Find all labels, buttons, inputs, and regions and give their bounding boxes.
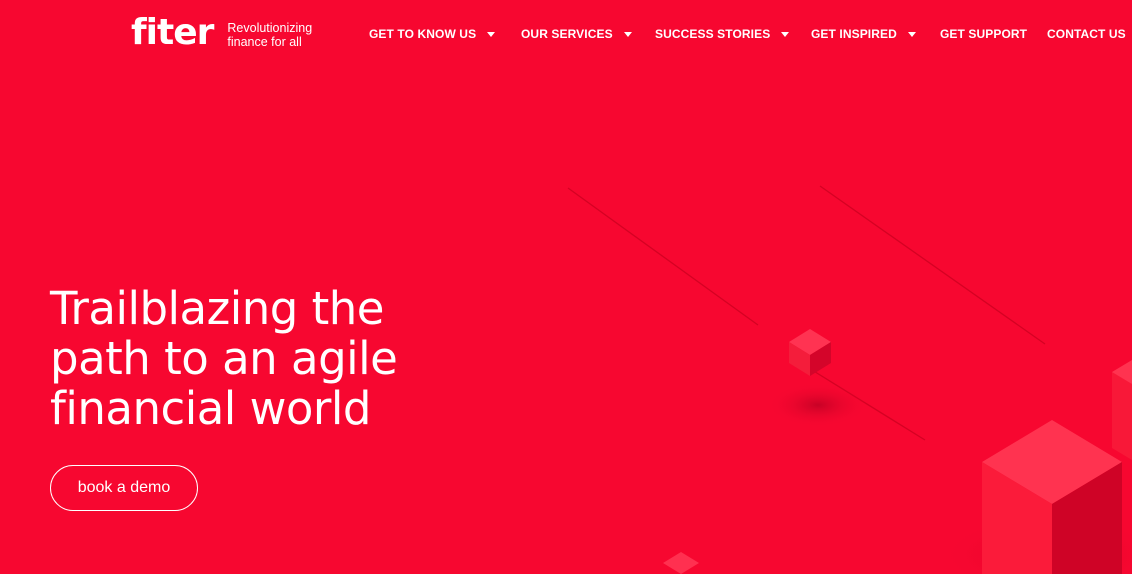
nav-item-contact-us[interactable]: CONTACT US <box>1047 26 1126 42</box>
tagline-line-1: Revolutionizing <box>227 21 313 35</box>
nav-item-label: OUR SERVICES <box>521 27 613 41</box>
nav-item-label: GET INSPIRED <box>811 27 897 41</box>
nav-item-label: GET SUPPORT <box>940 27 1028 41</box>
large-cube-shadow <box>940 515 1132 574</box>
caret-down-icon <box>781 31 790 37</box>
cube-shadow <box>768 383 868 427</box>
hero-title-line-2: path to an agile <box>50 332 398 385</box>
caret-down-icon <box>487 31 496 37</box>
large-cube <box>982 420 1122 574</box>
hero-title-line-3: financial world <box>50 382 372 435</box>
site-header: fiter Revolutionizing finance for all GE… <box>0 0 1132 68</box>
nav-item-our-services[interactable]: OUR SERVICES <box>521 26 632 42</box>
nav-item-get-to-know-us[interactable]: GET TO KNOW US <box>369 26 496 42</box>
brand-logo[interactable]: fiter Revolutionizing finance for all <box>131 14 312 52</box>
nav-item-get-support[interactable]: GET SUPPORT <box>940 26 1027 42</box>
nav-item-get-inspired[interactable]: GET INSPIRED <box>811 26 916 42</box>
caret-down-icon <box>623 31 632 37</box>
book-demo-button[interactable]: book a demo <box>50 465 198 511</box>
hero-title: Trailblazing the path to an agile financ… <box>50 284 510 434</box>
hero-title-line-1: Trailblazing the <box>50 282 384 335</box>
nav-item-success-stories[interactable]: SUCCESS STORIES <box>655 26 790 42</box>
small-cube <box>789 329 831 376</box>
diagonal-lines <box>567 185 1046 441</box>
caret-down-icon <box>907 31 916 37</box>
edge-cube <box>1112 360 1132 460</box>
nav-item-label: GET TO KNOW US <box>369 27 477 41</box>
logo-wordmark: fiter <box>131 12 214 53</box>
tagline-line-2: finance for all <box>227 35 302 49</box>
bottom-cube <box>663 552 699 574</box>
logo-tagline: Revolutionizing finance for all <box>227 21 312 49</box>
nav-item-label: CONTACT US <box>1047 27 1126 41</box>
nav-item-label: SUCCESS STORIES <box>655 27 771 41</box>
